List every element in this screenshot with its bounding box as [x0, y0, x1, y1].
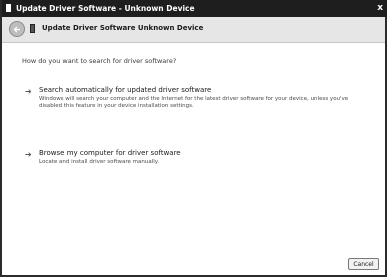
window-title: Update Driver Software - Unknown Device	[16, 4, 195, 13]
navigation-bar: Update Driver Software Unknown Device	[2, 17, 385, 43]
option-description: Locate and install driver software manua…	[39, 159, 159, 165]
arrow-right-icon: ➔	[25, 150, 32, 159]
dialog-content: How do you want to search for driver sof…	[2, 43, 385, 253]
option-title[interactable]: Browse my computer for driver software	[39, 149, 359, 157]
dialog-footer: Cancel	[2, 253, 385, 275]
device-icon	[30, 24, 35, 33]
option-title[interactable]: Search automatically for updated driver …	[39, 86, 359, 94]
nav-title: Update Driver Software Unknown Device	[42, 24, 204, 32]
browse-computer-option[interactable]: ➔ Browse my computer for driver software…	[25, 149, 359, 166]
close-icon[interactable]: x	[377, 0, 383, 17]
option-description: Windows will search your computer and th…	[39, 96, 349, 109]
search-automatically-option[interactable]: ➔ Search automatically for updated drive…	[25, 86, 359, 110]
search-question: How do you want to search for driver sof…	[22, 57, 177, 65]
update-driver-dialog: Update Driver Software - Unknown Device …	[0, 0, 387, 277]
arrow-right-icon: ➔	[25, 87, 32, 96]
back-arrow-icon	[13, 26, 20, 33]
device-icon	[6, 4, 11, 12]
back-button[interactable]	[9, 21, 25, 37]
title-bar: Update Driver Software - Unknown Device …	[2, 0, 387, 17]
cancel-button[interactable]: Cancel	[348, 258, 379, 270]
